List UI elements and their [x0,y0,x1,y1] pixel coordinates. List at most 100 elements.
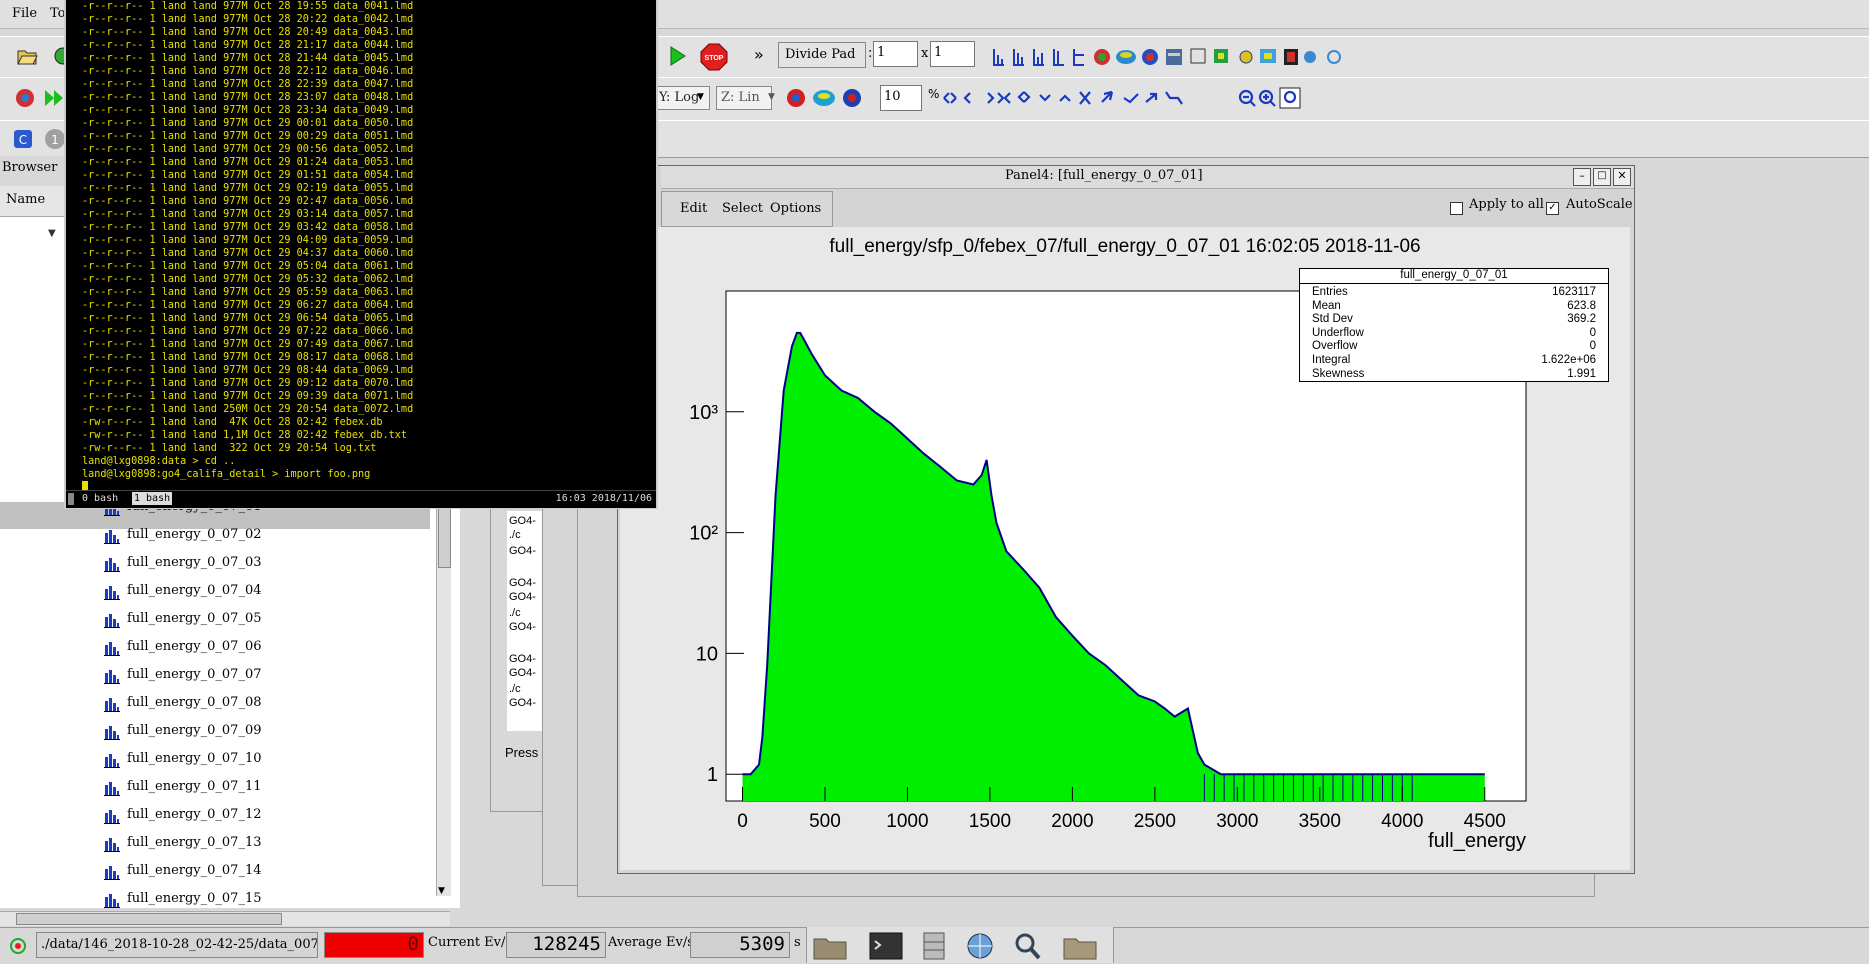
number-one-icon[interactable]: 1 [44,128,66,150]
histogram-icon [104,836,120,852]
divide-pad-button[interactable]: Divide Pad [778,42,866,68]
tree-item-label: full_energy_0_07_15 [127,891,262,906]
histogram-icon [104,864,120,880]
browser-horizontal-scrollbar[interactable] [0,911,450,926]
tree-item-full-energy-0-07-02[interactable]: full_energy_0_07_02 [0,522,430,550]
web-browser-icon[interactable] [962,931,1000,963]
tree-item-full-energy-0-07-15[interactable]: full_energy_0_07_15 [0,886,430,914]
stats-row-std-dev: Std Dev 369.2 [1312,313,1596,327]
terminal-tab-0[interactable]: 0 bash [82,493,118,504]
minimize-icon[interactable]: – [1573,168,1591,186]
dropdown-arrow-icon[interactable]: ▼ [48,228,56,239]
tree-item-label: full_energy_0_07_02 [127,527,262,542]
tree-item-full-energy-0-07-14[interactable]: full_energy_0_07_14 [0,858,430,886]
name-header-label: Name [6,192,46,207]
open-folder-icon[interactable] [16,45,38,67]
settings-icon[interactable] [14,87,36,109]
terminal-line: -rw-r--r-- 1 land land 322 Oct 29 20:54 … [82,443,377,454]
average-rate-value: 5309 [690,932,790,958]
connect-icon[interactable]: C [12,128,34,150]
panel-menu-edit[interactable]: Edit [680,201,707,216]
percent-sign: % [928,87,940,101]
hscroll-thumb[interactable] [16,913,282,925]
chevron-down-icon[interactable]: ▼ [768,92,775,102]
scrollbar-thumb[interactable] [438,506,451,568]
menu-file[interactable]: File [12,6,37,21]
tree-item-label: full_energy_0_07_03 [127,555,262,570]
stats-row-overflow: Overflow 0 [1312,340,1596,354]
divide-x-spinbox[interactable]: 1 [873,41,918,67]
toolbar-overflow-icon[interactable]: » [754,45,764,64]
tree-item-label: full_energy_0_07_06 [127,639,262,654]
tree-item-full-energy-0-07-05[interactable]: full_energy_0_07_05 [0,606,430,634]
tree-item-full-energy-0-07-06[interactable]: full_energy_0_07_06 [0,634,430,662]
tree-item-label: full_energy_0_07_09 [127,723,262,738]
terminal-line: land@lxg0898:data > cd .. [82,456,236,467]
terminal-tabbar: 0 bash 1 bash 16:03 2018/11/06 [66,490,656,508]
tree-item-full-energy-0-07-03[interactable]: full_energy_0_07_03 [0,550,430,578]
stats-value: 623.8 [1567,299,1596,312]
search-icon[interactable] [1010,931,1048,963]
terminal-line: -r--r--r-- 1 land land 977M Oct 29 00:56… [82,144,414,155]
terminal-line: -r--r--r-- 1 land land 977M Oct 29 01:24… [82,157,414,168]
scroll-down-icon[interactable]: ▼ [438,886,445,896]
browser-title: Browser [2,160,58,175]
tree-item-full-energy-0-07-04[interactable]: full_energy_0_07_04 [0,578,430,606]
tree-item-full-energy-0-07-13[interactable]: full_energy_0_07_13 [0,830,430,858]
log-line: GO4- [509,697,536,709]
stop-button[interactable]: STOP [700,43,728,71]
tree-item-full-energy-0-07-09[interactable]: full_energy_0_07_09 [0,718,430,746]
browser-vertical-scrollbar[interactable]: ▼ [436,506,451,896]
terminal-window[interactable]: -r--r--r-- 1 land land 977M Oct 28 19:55… [64,0,658,509]
tree-item-full-energy-0-07-11[interactable]: full_energy_0_07_11 [0,774,430,802]
divide-y-spinbox[interactable]: 1 [930,41,975,67]
terminal-line: -r--r--r-- 1 land land 977M Oct 29 09:39… [82,391,414,402]
red-counter-field: 0 [324,932,424,958]
file-cabinet-icon[interactable] [916,931,954,963]
terminal-line: -r--r--r-- 1 land land 977M Oct 28 20:22… [82,14,414,25]
folder-icon[interactable] [1062,931,1100,963]
maximize-icon[interactable]: □ [1593,168,1611,186]
apply-to-all-checkbox[interactable] [1450,202,1463,215]
start-icon[interactable] [666,45,688,67]
divide-x-separator: x [921,46,929,61]
tree-item-full-energy-0-07-07[interactable]: full_energy_0_07_07 [0,662,430,690]
tree-item-label: full_energy_0_07_12 [127,807,262,822]
histogram-icon [104,752,120,768]
terminal-tab-1[interactable]: 1 bash [132,492,173,505]
autoscale-checkbox[interactable]: ✓ [1546,202,1559,215]
terminal-icon[interactable] [868,931,906,963]
x-tick-label: 4500 [1464,811,1506,832]
x-tick-label: 2500 [1134,811,1176,832]
histogram-icon [104,528,120,544]
navigation-icons[interactable] [940,86,1306,110]
close-icon[interactable]: ✕ [1613,168,1631,186]
terminal-line: -r--r--r-- 1 land land 977M Oct 29 03:42… [82,222,414,233]
panel-menu-select[interactable]: Select [722,201,763,216]
stats-key: Underflow [1312,326,1364,339]
log-line: ./c [509,607,521,619]
tree-item-full-energy-0-07-08[interactable]: full_energy_0_07_08 [0,690,430,718]
panel-menubar: Edit Select Options [661,191,833,227]
stats-key: Overflow [1312,340,1358,353]
tree-item-full-energy-0-07-10[interactable]: full_energy_0_07_10 [0,746,430,774]
tree-item-label: full_energy_0_07_08 [127,695,262,710]
percent-spinbox[interactable]: 10 [880,85,922,111]
log-line: GO4- [509,577,536,589]
terminal-line: -rw-r--r-- 1 land land 1,1M Oct 28 02:42… [82,430,408,441]
average-rate-label: Average Ev/s [608,935,694,950]
chevron-down-icon[interactable]: ▼ [697,92,704,102]
svg-text:C: C [19,133,27,147]
home-folder-icon[interactable] [812,931,850,963]
terminal-line: -r--r--r-- 1 land land 977M Oct 28 23:34… [82,105,414,116]
terminal-line: -r--r--r-- 1 land land 977M Oct 29 04:09… [82,235,414,246]
histogram-icon [104,612,120,628]
panel-menu-options[interactable]: Options [770,201,821,216]
tree-item-full-energy-0-07-12[interactable]: full_energy_0_07_12 [0,802,430,830]
x-tick-label: 4000 [1381,811,1423,832]
palette-icons[interactable] [784,86,864,110]
press-label: Press [505,745,539,760]
fast-forward-icon[interactable] [44,87,66,109]
terminal-line: -r--r--r-- 1 land land 977M Oct 29 07:22… [82,326,414,337]
z-scale-select[interactable]: Z: Lin [716,86,772,110]
